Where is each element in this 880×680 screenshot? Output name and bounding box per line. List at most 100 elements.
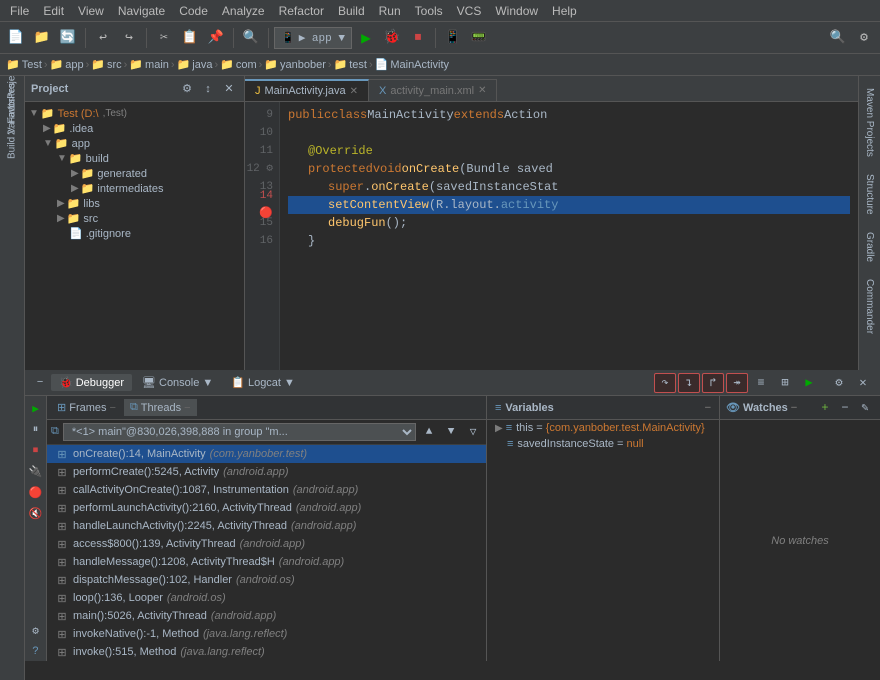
stack-frame-2[interactable]: ⊞ callActivityOnCreate():1087, Instrumen…: [47, 481, 486, 499]
menu-run[interactable]: Run: [373, 2, 407, 20]
debug-tab-logcat[interactable]: 📋 Logcat ▼: [223, 374, 303, 391]
tab-activity-main-close[interactable]: ✕: [478, 85, 486, 96]
menu-vcs[interactable]: VCS: [451, 2, 488, 20]
app-dropdown[interactable]: 📱 ▶ app ▼: [274, 27, 352, 49]
breadcrumb-test[interactable]: 📁 Test: [6, 58, 42, 71]
right-tab-gradle[interactable]: Gradle: [862, 224, 877, 270]
watch-remove-btn[interactable]: −: [836, 399, 854, 417]
toolbar-copy-btn[interactable]: 📋: [178, 26, 202, 50]
tree-item-generated[interactable]: ▶ 📁 generated: [25, 166, 244, 181]
step-out-btn[interactable]: ↱: [702, 373, 724, 393]
stack-frame-10[interactable]: ⊞ invokeNative():-1, Method (java.lang.r…: [47, 625, 486, 643]
breadcrumb-app[interactable]: 📁 app: [50, 58, 84, 71]
toolbar-settings-btn[interactable]: ⚙: [852, 26, 876, 50]
project-settings-btn[interactable]: ⚙: [178, 80, 196, 98]
breakpoints-side-btn[interactable]: 🔴: [27, 484, 45, 502]
tab-activity-main-xml[interactable]: X activity_main.xml ✕: [369, 79, 497, 101]
threads-tab[interactable]: ⧉ Threads −: [124, 399, 197, 416]
stack-frame-11[interactable]: ⊞ invoke():515, Method (java.lang.reflec…: [47, 643, 486, 661]
project-sync-btn[interactable]: ↕: [199, 80, 217, 98]
tree-item-src[interactable]: ▶ 📁 src: [25, 211, 244, 226]
var-item-savedinstancestate[interactable]: ≡ savedInstanceState = null: [487, 436, 719, 452]
code-content[interactable]: public class MainActivity extends Action…: [280, 102, 858, 370]
toolbar-redo-btn[interactable]: ↪: [117, 26, 141, 50]
tree-item-idea[interactable]: ▶ 📁 .idea: [25, 121, 244, 136]
resume-btn[interactable]: ▶: [798, 373, 820, 393]
run-btn[interactable]: ▶: [354, 26, 378, 50]
thread-dropdown[interactable]: *<1> main"@830,026,398,888 in group "m..…: [63, 423, 416, 441]
project-close-btn[interactable]: ✕: [220, 80, 238, 98]
step-over-btn[interactable]: ↷: [654, 373, 676, 393]
debug-collapse-btn[interactable]: −: [31, 374, 49, 392]
stack-frame-0[interactable]: ⊞ onCreate():14, MainActivity (com.yanbo…: [47, 445, 486, 463]
breadcrumb-src[interactable]: 📁 src: [91, 58, 121, 71]
menu-refactor[interactable]: Refactor: [273, 2, 330, 20]
var-item-this[interactable]: ▶ ≡ this = {com.yanbober.test.MainActivi…: [487, 420, 719, 436]
menu-window[interactable]: Window: [489, 2, 544, 20]
breadcrumb-com[interactable]: 📁 com: [220, 58, 256, 71]
run-to-cursor-btn[interactable]: ↠: [726, 373, 748, 393]
menu-file[interactable]: File: [4, 2, 35, 20]
stop-btn[interactable]: ⏹: [406, 26, 430, 50]
tab-mainactivity-java[interactable]: J MainActivity.java ✕: [245, 79, 369, 101]
thread-filter-btn[interactable]: ▽: [464, 423, 482, 441]
tree-item-gitignore[interactable]: 📄 .gitignore: [25, 226, 244, 241]
toolbar-new-btn[interactable]: 📄: [4, 26, 28, 50]
toolbar-paste-btn[interactable]: 📌: [204, 26, 228, 50]
reconnect-side-btn[interactable]: 🔌: [27, 463, 45, 481]
watch-edit-btn[interactable]: ✎: [856, 399, 874, 417]
toolbar-open-btn[interactable]: 📁: [30, 26, 54, 50]
stack-frame-8[interactable]: ⊞ loop():136, Looper (android.os): [47, 589, 486, 607]
toolbar-find-btn[interactable]: 🔍: [239, 26, 263, 50]
close-debug-btn[interactable]: ✕: [852, 373, 874, 393]
settings-debug-btn[interactable]: ⚙: [828, 373, 850, 393]
tree-item-build[interactable]: ▼ 📁 build: [25, 151, 244, 166]
debug-tab-debugger[interactable]: 🐞 Debugger: [51, 374, 132, 391]
resume-side-btn[interactable]: ▶: [27, 400, 45, 418]
settings-side-btn[interactable]: ⚙: [27, 622, 45, 640]
menu-navigate[interactable]: Navigate: [112, 2, 171, 20]
search-everywhere-btn[interactable]: 🔍: [826, 26, 850, 50]
right-tab-structure[interactable]: Structure: [862, 166, 877, 223]
tree-item-root[interactable]: ▼ 📁 Test (D:\ ,Test): [25, 106, 244, 121]
stack-frame-1[interactable]: ⊞ performCreate():5245, Activity (androi…: [47, 463, 486, 481]
toolbar-sdk-btn[interactable]: 📱: [441, 26, 465, 50]
toolbar-avd-btn[interactable]: 📟: [467, 26, 491, 50]
menu-build[interactable]: Build: [332, 2, 371, 20]
menu-edit[interactable]: Edit: [37, 2, 70, 20]
tab-mainactivity-close[interactable]: ✕: [350, 86, 358, 97]
breadcrumb-tst[interactable]: 📁 test: [334, 58, 367, 71]
menu-analyze[interactable]: Analyze: [216, 2, 271, 20]
frames-tab[interactable]: ⊞ Frames −: [51, 399, 122, 416]
tree-item-intermediates[interactable]: ▶ 📁 intermediates: [25, 181, 244, 196]
debug-tab-console[interactable]: 🖥 Console ▼: [134, 374, 221, 391]
stack-frame-4[interactable]: ⊞ handleLaunchActivity():2245, ActivityT…: [47, 517, 486, 535]
menu-tools[interactable]: Tools: [409, 2, 449, 20]
step-into-btn[interactable]: ↴: [678, 373, 700, 393]
menu-code[interactable]: Code: [173, 2, 214, 20]
thread-up-btn[interactable]: ▲: [420, 423, 438, 441]
pause-side-btn[interactable]: ⏸: [27, 421, 45, 439]
toolbar-cut-btn[interactable]: ✂: [152, 26, 176, 50]
tree-item-app[interactable]: ▼ 📁 app: [25, 136, 244, 151]
toolbar-undo-btn[interactable]: ↩: [91, 26, 115, 50]
help-side-btn[interactable]: ?: [27, 643, 45, 661]
menu-help[interactable]: Help: [546, 2, 583, 20]
thread-down-btn[interactable]: ▼: [442, 423, 460, 441]
stack-frame-3[interactable]: ⊞ performLaunchActivity():2160, Activity…: [47, 499, 486, 517]
breadcrumb-java[interactable]: 📁 java: [177, 58, 213, 71]
stack-frame-7[interactable]: ⊞ dispatchMessage():102, Handler (androi…: [47, 571, 486, 589]
stack-frame-5[interactable]: ⊞ access$800():139, ActivityThread (andr…: [47, 535, 486, 553]
menu-view[interactable]: View: [72, 2, 110, 20]
right-tab-commander[interactable]: Commander: [862, 271, 877, 342]
toolbar-sync-btn[interactable]: 🔄: [56, 26, 80, 50]
breadcrumb-yanbober[interactable]: 📁 yanbober: [264, 58, 326, 71]
stack-frame-9[interactable]: ⊞ main():5026, ActivityThread (android.a…: [47, 607, 486, 625]
mute-side-btn[interactable]: 🔇: [27, 505, 45, 523]
watch-add-btn[interactable]: +: [816, 399, 834, 417]
evaluate-btn[interactable]: ≡: [750, 373, 772, 393]
frames-btn[interactable]: ⊞: [774, 373, 796, 393]
breadcrumb-main[interactable]: 📁 main: [129, 58, 169, 71]
tree-item-libs[interactable]: ▶ 📁 libs: [25, 196, 244, 211]
stop-side-btn[interactable]: ⏹: [27, 442, 45, 460]
